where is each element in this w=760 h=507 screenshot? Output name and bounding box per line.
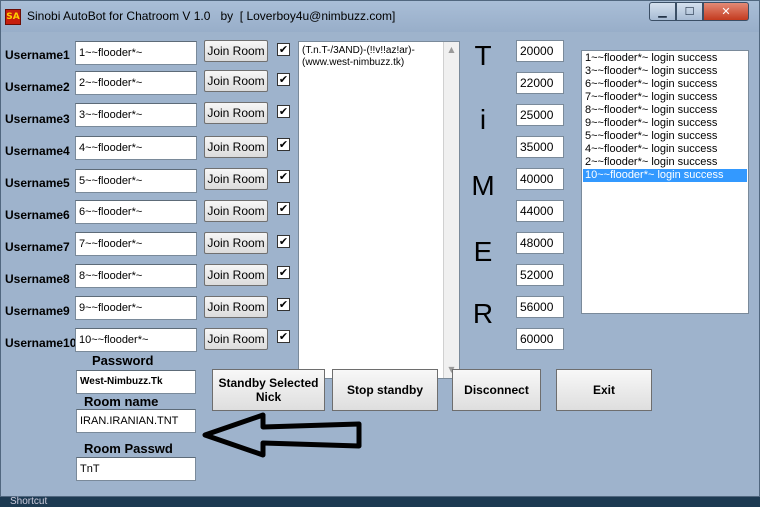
log-item[interactable]: 4~~flooder*~ login success — [583, 143, 747, 156]
user-checkbox[interactable]: ✔ — [277, 138, 290, 151]
username-input[interactable]: 5~~flooder*~ — [75, 169, 197, 193]
user-checkbox[interactable]: ✔ — [277, 202, 290, 215]
maximize-button[interactable]: ☐ — [676, 2, 703, 21]
join-room-button[interactable]: Join Room — [204, 200, 268, 222]
user-checkbox[interactable]: ✔ — [277, 235, 290, 248]
room-password-input[interactable]: TnT — [76, 457, 196, 481]
timer-input[interactable]: 40000 — [516, 168, 564, 190]
username-input[interactable]: 4~~flooder*~ — [75, 136, 197, 160]
join-room-button[interactable]: Join Room — [204, 328, 268, 350]
username-label: Username3 — [5, 112, 70, 126]
join-room-button[interactable]: Join Room — [204, 232, 268, 254]
username-input[interactable]: 10~~flooder*~ — [75, 328, 197, 352]
timer-letter: E — [473, 236, 493, 267]
log-item[interactable]: 2~~flooder*~ login success — [583, 156, 747, 169]
title-bar[interactable]: SA Sinobi AutoBot for Chatroom V 1.0 by … — [1, 1, 759, 32]
standby-selected-nick-button[interactable]: Standby Selected Nick — [212, 369, 325, 411]
log-item[interactable]: 6~~flooder*~ login success — [583, 78, 747, 91]
username-input[interactable]: 1~~flooder*~ — [75, 41, 197, 65]
room-name-input[interactable]: IRAN.IRANIAN.TNT — [76, 409, 196, 433]
username-input[interactable]: 9~~flooder*~ — [75, 296, 197, 320]
memo-scrollbar[interactable]: ▲ ▼ — [443, 42, 459, 378]
room-password-label: Room Passwd — [84, 441, 173, 456]
taskbar-shortcut-label: Shortcut — [10, 496, 48, 507]
user-checkbox[interactable]: ✔ — [277, 298, 290, 311]
username-label: Username7 — [5, 240, 70, 254]
timer-input[interactable]: 20000 — [516, 40, 564, 62]
timer-input[interactable]: 56000 — [516, 296, 564, 318]
room-name-label: Room name — [84, 394, 159, 409]
username-input[interactable]: 3~~flooder*~ — [75, 103, 197, 127]
username-label: Username1 — [5, 48, 70, 62]
username-label: Username9 — [5, 304, 70, 318]
log-item[interactable]: 3~~flooder*~ login success — [583, 65, 747, 78]
scroll-up-icon[interactable]: ▲ — [444, 42, 459, 58]
log-item[interactable]: 9~~flooder*~ login success — [583, 117, 747, 130]
log-item-selected[interactable]: 10~~flooder*~ login success — [583, 169, 747, 182]
username-label: Username5 — [5, 176, 70, 190]
username-label: Username10 — [5, 336, 77, 350]
join-room-button[interactable]: Join Room — [204, 70, 268, 92]
timer-letter: i — [479, 104, 487, 135]
user-checkbox[interactable]: ✔ — [277, 266, 290, 279]
username-label: Username2 — [5, 80, 70, 94]
app-window: SA Sinobi AutoBot for Chatroom V 1.0 by … — [0, 0, 760, 497]
user-checkbox[interactable]: ✔ — [277, 170, 290, 183]
username-input[interactable]: 7~~flooder*~ — [75, 232, 197, 256]
log-item[interactable]: 7~~flooder*~ login success — [583, 91, 747, 104]
log-item[interactable]: 5~~flooder*~ login success — [583, 130, 747, 143]
join-room-button[interactable]: Join Room — [204, 40, 268, 62]
username-input[interactable]: 2~~flooder*~ — [75, 71, 197, 95]
user-checkbox[interactable]: ✔ — [277, 330, 290, 343]
exit-button[interactable]: Exit — [556, 369, 652, 411]
timer-letter: R — [472, 298, 494, 329]
minimize-button[interactable]: ▁ — [649, 2, 676, 21]
message-memo[interactable]: (T.n.T-/3AND)-(!!v!!az!ar)-(www.west-nim… — [298, 41, 460, 379]
log-item[interactable]: 1~~flooder*~ login success — [583, 52, 747, 65]
join-room-button[interactable]: Join Room — [204, 264, 268, 286]
username-label: Username8 — [5, 272, 70, 286]
timer-input[interactable]: 22000 — [516, 72, 564, 94]
username-label: Username6 — [5, 208, 70, 222]
disconnect-button[interactable]: Disconnect — [452, 369, 541, 411]
user-checkbox[interactable]: ✔ — [277, 73, 290, 86]
password-input[interactable]: West-Nimbuzz.Tk — [76, 370, 196, 394]
username-label: Username4 — [5, 144, 70, 158]
timer-letter: M — [471, 170, 495, 201]
stop-standby-button[interactable]: Stop standby — [332, 369, 438, 411]
timer-input[interactable]: 48000 — [516, 232, 564, 254]
app-icon: SA — [5, 9, 21, 25]
join-room-button[interactable]: Join Room — [204, 136, 268, 158]
close-button[interactable]: ✕ — [703, 2, 749, 21]
join-room-button[interactable]: Join Room — [204, 102, 268, 124]
user-checkbox[interactable]: ✔ — [277, 105, 290, 118]
timer-input[interactable]: 35000 — [516, 136, 564, 158]
password-label: Password — [92, 353, 154, 368]
memo-text: (T.n.T-/3AND)-(!!v!!az!ar)-(www.west-nim… — [302, 45, 415, 68]
window-title: Sinobi AutoBot for Chatroom V 1.0 by [ L… — [27, 9, 396, 23]
login-log-list[interactable]: 1~~flooder*~ login success 3~~flooder*~ … — [581, 50, 749, 314]
user-checkbox[interactable]: ✔ — [277, 43, 290, 56]
username-input[interactable]: 8~~flooder*~ — [75, 264, 197, 288]
timer-letter: T — [474, 40, 492, 71]
log-item[interactable]: 8~~flooder*~ login success — [583, 104, 747, 117]
timer-input[interactable]: 52000 — [516, 264, 564, 286]
username-input[interactable]: 6~~flooder*~ — [75, 200, 197, 224]
join-room-button[interactable]: Join Room — [204, 168, 268, 190]
timer-input[interactable]: 25000 — [516, 104, 564, 126]
timer-input[interactable]: 60000 — [516, 328, 564, 350]
client-area: Username1 1~~flooder*~ Join Room ✔ Usern… — [1, 32, 759, 498]
pointer-arrow-annotation — [202, 412, 362, 458]
timer-input[interactable]: 44000 — [516, 200, 564, 222]
join-room-button[interactable]: Join Room — [204, 296, 268, 318]
